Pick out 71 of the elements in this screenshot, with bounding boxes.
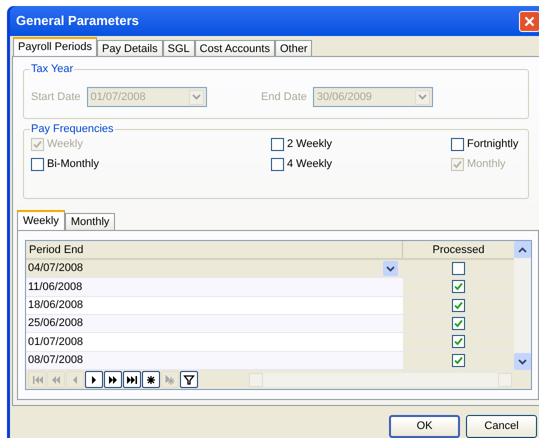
table-row[interactable]: 01/07/2008 <box>26 333 514 352</box>
table-cell-text: 01/07/2008 <box>28 334 84 350</box>
dialog-button[interactable]: Cancel <box>466 415 537 438</box>
checkbox-label: Monthly <box>467 157 506 172</box>
table-cell-text: 18/06/2008 <box>28 298 84 314</box>
table-cell-text: 04/07/2008 <box>28 261 84 276</box>
checkmark-icon <box>453 160 462 169</box>
tab[interactable]: Payroll Periods <box>13 37 97 56</box>
field-label: Start Date <box>31 90 81 105</box>
tab[interactable]: Pay Details <box>96 40 163 56</box>
checkbox[interactable] <box>452 317 465 330</box>
table-cell-text: 11/06/2008 <box>28 280 82 295</box>
close-icon <box>524 16 535 26</box>
table-row[interactable]: 18/06/2008 <box>26 296 514 315</box>
checkbox[interactable] <box>452 298 465 312</box>
caret-up-icon <box>518 246 527 252</box>
tab[interactable]: Other <box>274 40 312 56</box>
table-cell-text: 25/06/2008 <box>28 316 84 332</box>
dialog-button[interactable]: OK <box>389 415 460 438</box>
checkbox-label: Weekly <box>47 137 83 152</box>
column-header[interactable]: Period End <box>26 241 403 258</box>
checkbox[interactable] <box>452 280 465 294</box>
tab[interactable]: Monthly <box>64 213 116 230</box>
checkbox[interactable] <box>271 158 284 171</box>
next-page-icon <box>107 374 119 386</box>
navigator-button[interactable] <box>123 371 141 388</box>
tab[interactable]: SGL <box>162 40 195 56</box>
scroll-down-button[interactable] <box>514 353 531 370</box>
filter-icon <box>183 374 195 386</box>
tab[interactable]: Cost Accounts <box>194 40 275 56</box>
date-value: 01/07/2008 <box>90 90 146 105</box>
table-row[interactable]: 08/07/2008 <box>26 352 514 370</box>
caret-icon <box>192 94 201 100</box>
checkbox[interactable] <box>452 335 465 348</box>
close-button[interactable] <box>519 10 539 32</box>
navigator-button[interactable] <box>104 371 122 388</box>
dropdown-button[interactable] <box>383 261 398 276</box>
checkbox[interactable] <box>452 354 465 367</box>
group-title: Pay Frequencies <box>30 122 115 136</box>
scroll-up-button[interactable] <box>514 241 531 258</box>
checkbox[interactable] <box>31 158 44 171</box>
checkbox[interactable] <box>271 138 284 151</box>
checkbox[interactable] <box>451 138 464 151</box>
checkbox-label: 4 Weekly <box>287 157 332 172</box>
checkmark-icon <box>33 140 42 149</box>
checkbox-label: Bi-Monthly <box>47 157 99 172</box>
navigator-button[interactable] <box>85 371 103 388</box>
navigator-button[interactable] <box>142 371 160 388</box>
field-label: End Date <box>261 90 307 105</box>
prev-page-icon <box>50 374 62 386</box>
checkbox[interactable] <box>452 262 465 276</box>
date-value: 30/06/2009 <box>316 90 372 105</box>
caret-icon <box>418 94 427 100</box>
caret-icon <box>386 266 395 272</box>
vertical-scrollbar[interactable] <box>514 241 531 370</box>
table-row[interactable]: 04/07/2008 <box>26 260 514 278</box>
tab[interactable]: Weekly <box>17 210 65 230</box>
checkbox-label: 2 Weekly <box>287 137 332 152</box>
insert-icon <box>145 374 157 386</box>
checkbox-label: Fortnightly <box>467 137 518 152</box>
caret-icon <box>518 358 527 364</box>
delete-icon <box>164 374 176 386</box>
navigator-button[interactable] <box>180 371 198 388</box>
first-icon <box>31 374 43 386</box>
last-icon <box>126 374 138 386</box>
table-cell-text: 08/07/2008 <box>28 353 84 368</box>
table-row[interactable]: 25/06/2008 <box>26 314 514 334</box>
group-title: Tax Year <box>30 62 74 76</box>
window-title: General Parameters <box>16 12 139 30</box>
table-row[interactable]: 11/06/2008 <box>26 278 514 297</box>
column-header[interactable]: Processed <box>403 241 514 258</box>
